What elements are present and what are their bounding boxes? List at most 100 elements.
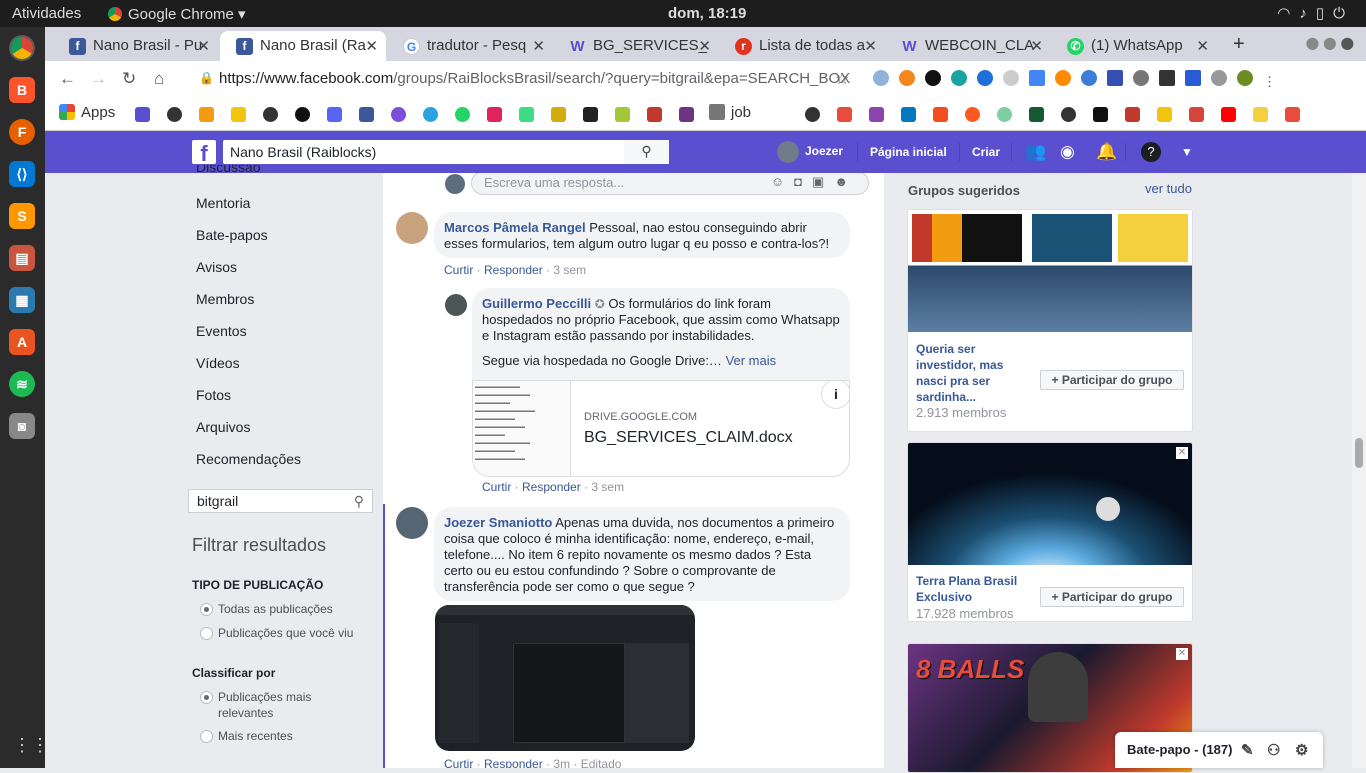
camera-icon[interactable]: ◘ [794, 174, 812, 189]
create-link[interactable]: Criar [972, 145, 1000, 159]
reply-link[interactable]: Responder [522, 480, 581, 494]
close-icon[interactable]: ✕ [698, 37, 711, 55]
friend-requests-icon[interactable]: 👥 [1025, 142, 1046, 162]
globe-icon[interactable] [167, 107, 182, 122]
extension-icon[interactable] [977, 70, 993, 86]
like-link[interactable]: Curtir [482, 480, 511, 494]
tab-nano-brasil-pu[interactable]: f Nano Brasil - Pu ✕ [53, 31, 218, 61]
close-icon[interactable]: ✕ [1030, 37, 1043, 55]
reload-button[interactable]: ↻ [122, 69, 136, 89]
sticker-icon[interactable]: ☻ [834, 174, 858, 189]
group-chat-icon[interactable]: ⚇ [1267, 741, 1280, 759]
new-tab-button[interactable]: + [1233, 33, 1245, 56]
bookmark-icon[interactable] [1157, 107, 1172, 122]
group-search-input[interactable]: bitgrail ⚲ [188, 489, 373, 513]
bookmark-icon[interactable] [615, 107, 630, 122]
group-cover-image[interactable] [908, 210, 1192, 332]
gmail-icon[interactable] [1189, 107, 1204, 122]
bookmark-icon[interactable] [647, 107, 662, 122]
extension-icon[interactable] [1185, 70, 1201, 86]
link-preview-card[interactable]: ▬▬▬▬▬▬▬▬▬ ▬▬▬▬▬▬▬▬▬▬▬ ▬▬▬▬▬▬▬ ▬▬▬▬▬▬▬▬▬▬▬▬ ▬… [472, 380, 850, 477]
close-icon[interactable]: ✕ [864, 37, 877, 55]
screenshot-dock-icon[interactable]: ◙ [9, 413, 35, 439]
nav-avisos[interactable]: Avisos [196, 259, 237, 275]
help-icon[interactable]: ? [1141, 142, 1161, 162]
gear-icon[interactable]: ⚙ [1295, 741, 1308, 759]
tab-lista[interactable]: r Lista de todas a ✕ [719, 31, 885, 61]
reply-input[interactable]: Escreva uma resposta... ☺◘▣☻ [471, 173, 869, 195]
facebook-icon[interactable] [359, 107, 374, 122]
bookmark-icon[interactable] [679, 107, 694, 122]
like-link[interactable]: Curtir [444, 263, 473, 277]
chat-bar[interactable]: Bate-papo - (187) ✎ ⚇ ⚙ [1115, 732, 1323, 768]
translate-icon[interactable] [1029, 70, 1045, 86]
group-name[interactable]: Queria ser investidor, mas nasci pra ser… [916, 341, 1026, 405]
close-icon[interactable]: ✕ [197, 37, 210, 55]
attached-screenshot[interactable] [435, 605, 695, 751]
software-dock-icon[interactable]: A [9, 329, 35, 355]
bookmark-icon[interactable] [583, 107, 598, 122]
tab-nano-brasil-active[interactable]: f Nano Brasil (Ra ✕ [220, 31, 386, 61]
shield-icon[interactable] [925, 70, 941, 86]
tab-tradutor[interactable]: Gtradutor - Pesq ✕ [387, 31, 553, 61]
bookmark-star-icon[interactable]: ☆ [835, 69, 849, 89]
nav-arquivos[interactable]: Arquivos [196, 419, 250, 435]
comment-author[interactable]: Joezer Smaniotto [444, 515, 552, 530]
join-group-button[interactable]: + Participar do grupo [1040, 587, 1184, 607]
globe-icon[interactable] [805, 107, 820, 122]
comment-time[interactable]: 3m [553, 757, 570, 768]
extension-icon[interactable] [1159, 70, 1175, 86]
app-menu[interactable]: Google Chrome ▾ [108, 5, 246, 23]
bookmark-icon[interactable] [551, 107, 566, 122]
headphones-icon[interactable] [1061, 107, 1076, 122]
edited-label[interactable]: Editado [581, 757, 622, 768]
group-cover-image[interactable] [908, 443, 1192, 565]
chrome-dock-icon[interactable] [9, 35, 35, 61]
vscode-dock-icon[interactable]: ⟨⟩ [9, 161, 35, 187]
metamask-icon[interactable] [899, 70, 915, 86]
window-controls[interactable]: ⬤⬤⬤ [1306, 36, 1358, 50]
emoji-icon[interactable]: ☺ [771, 174, 794, 189]
radio-most-relevant[interactable]: Publicações mais relevantes [200, 689, 330, 721]
comment-time[interactable]: 3 sem [591, 480, 624, 494]
gif-icon[interactable]: ▣ [812, 174, 834, 189]
play-icon[interactable] [997, 107, 1012, 122]
nav-fotos[interactable]: Fotos [196, 387, 231, 403]
page-scrollbar[interactable] [1352, 173, 1366, 768]
brave-dock-icon[interactable]: B [9, 77, 35, 103]
tab-whatsapp[interactable]: ✆ (1) WhatsApp ✕ [1051, 31, 1217, 61]
menu-dots-icon[interactable]: ⋮ [1263, 74, 1276, 90]
extension-icon[interactable] [951, 70, 967, 86]
close-icon[interactable]: ✕ [1176, 648, 1188, 660]
maximize-icon[interactable]: ⬤ [1323, 36, 1340, 50]
radio-seen-publications[interactable]: Publicações que você viu [200, 625, 360, 641]
avatar[interactable] [396, 507, 428, 539]
apps-bookmark[interactable]: Apps [59, 104, 115, 121]
see-more-link[interactable]: Ver mais [726, 353, 777, 368]
home-link[interactable]: Página inicial [870, 145, 947, 159]
system-tray[interactable]: ◠♪▯⏻ [1277, 4, 1354, 22]
extension-icon[interactable] [1107, 70, 1123, 86]
see-all-link[interactable]: ver tudo [1145, 181, 1192, 196]
bookmark-icon[interactable] [1093, 107, 1108, 122]
bookmark-icon[interactable] [869, 107, 884, 122]
facebook-logo[interactable]: f [192, 140, 216, 166]
comment-author[interactable]: Guillermo Peccilli [482, 296, 591, 311]
nav-recomendacoes[interactable]: Recomendações [196, 451, 301, 467]
gear-icon[interactable] [1133, 70, 1149, 86]
account-menu-icon[interactable]: ▼ [1181, 145, 1193, 159]
radio-all-publications[interactable]: Todas as publicações [200, 601, 360, 617]
profile-avatar[interactable] [1237, 70, 1253, 86]
telegram-icon[interactable] [423, 107, 438, 122]
minimize-icon[interactable]: ⬤ [1306, 36, 1323, 50]
facebook-search-input[interactable]: Nano Brasil (Raiblocks) [223, 140, 669, 164]
profile-link[interactable]: Joezer [777, 141, 843, 163]
files-dock-icon[interactable]: ▤ [9, 245, 35, 271]
close-icon[interactable]: ✕ [1176, 447, 1188, 459]
home-button[interactable]: ⌂ [154, 69, 164, 89]
search-icon[interactable]: ⚲ [354, 493, 364, 510]
firefox-dock-icon[interactable]: F [9, 119, 35, 145]
clock[interactable]: dom, 18:19 [668, 5, 746, 22]
info-icon[interactable]: i [821, 381, 849, 409]
close-icon[interactable]: ✕ [1196, 37, 1209, 55]
